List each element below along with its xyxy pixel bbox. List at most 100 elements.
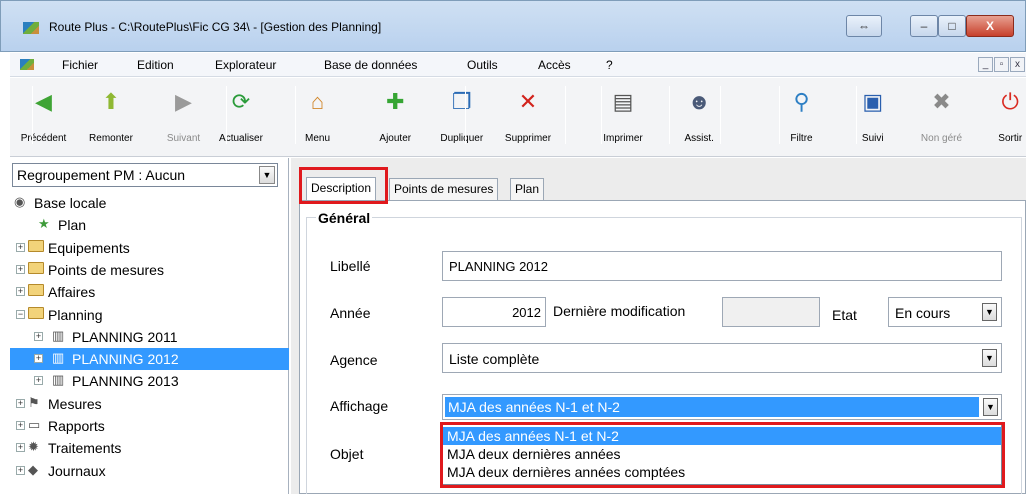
sortir-button[interactable]: ⏻ Sortir bbox=[986, 78, 1026, 154]
dupliquer-button[interactable]: ❐ Dupliquer bbox=[434, 78, 490, 154]
tree-item-label: PLANNING 2013 bbox=[72, 373, 179, 390]
document-icon[interactable] bbox=[20, 59, 34, 70]
remonter-button[interactable]: ⬆ Remonter bbox=[85, 78, 137, 154]
app-icon bbox=[23, 22, 39, 34]
assist-button[interactable]: ☻ Assist. bbox=[666, 78, 732, 154]
toolbar-label: Imprimer bbox=[603, 133, 643, 144]
restore-icon[interactable]: ⇔ bbox=[846, 15, 882, 37]
expand-icon[interactable]: + bbox=[16, 443, 25, 453]
chevron-down-icon[interactable]: ▼ bbox=[982, 303, 997, 321]
tree-item[interactable]: + ▭ Rapports bbox=[10, 415, 289, 437]
chevron-down-icon[interactable]: ▼ bbox=[259, 166, 275, 184]
tree-item-label: Rapports bbox=[48, 418, 105, 434]
annee-field[interactable]: 2012 bbox=[442, 297, 546, 327]
expand-icon[interactable]: + bbox=[16, 287, 25, 297]
tree-item[interactable]: + ◆ Journaux bbox=[10, 460, 289, 482]
annee-value: 2012 bbox=[512, 305, 541, 320]
expand-icon[interactable]: + bbox=[16, 465, 25, 475]
tab-description[interactable]: Description bbox=[306, 177, 377, 201]
non-géré-button[interactable]: ✖ Non géré bbox=[913, 78, 971, 154]
grouping-select[interactable]: Regroupement PM : Aucun ▼ bbox=[12, 163, 278, 187]
expand-icon[interactable]: + bbox=[16, 421, 25, 430]
etat-select[interactable]: En cours ▼ bbox=[888, 297, 1002, 327]
libelle-label: Libellé bbox=[330, 258, 371, 274]
agence-select[interactable]: Liste complète ▼ bbox=[442, 343, 1002, 373]
suivant-button[interactable]: ▶ Suivant bbox=[158, 78, 210, 154]
supprimer-button[interactable]: ✕ Supprimer bbox=[500, 78, 556, 154]
précédent-button[interactable]: ◀ Précédent bbox=[13, 78, 75, 154]
tree-item[interactable]: ★ Plan bbox=[10, 214, 289, 236]
monitor-icon: ▣ bbox=[862, 89, 884, 114]
refresh-icon: ⟳ bbox=[231, 89, 251, 114]
tree-item[interactable]: + ▥ PLANNING 2013 bbox=[10, 370, 289, 392]
chevron-down-icon[interactable]: ▼ bbox=[982, 349, 997, 367]
filtre-button[interactable]: ⚲ Filtre bbox=[778, 78, 826, 154]
toolbar-separator bbox=[601, 86, 602, 144]
report-icon: ▭ bbox=[28, 417, 41, 432]
tree-item[interactable]: ◉ Base locale bbox=[10, 192, 289, 214]
tree-item-label: Journaux bbox=[48, 462, 106, 479]
menu-explorateur[interactable]: Explorateur bbox=[215, 58, 276, 72]
menu-fichier[interactable]: Fichier bbox=[62, 58, 98, 72]
map-icon: ★ bbox=[38, 216, 50, 232]
menu-outils[interactable]: Outils bbox=[467, 58, 498, 72]
tree-item-label: PLANNING 2011 bbox=[72, 328, 178, 345]
tree-item[interactable]: + ⚑ Mesures bbox=[10, 393, 289, 415]
toolbar-separator bbox=[565, 86, 566, 144]
toolbar-label: Précédent bbox=[20, 133, 67, 144]
tree-item[interactable]: + ▥ PLANNING 2011 bbox=[10, 326, 289, 348]
tree-item[interactable]: + Equipements bbox=[10, 237, 289, 259]
expand-icon[interactable]: + bbox=[16, 264, 25, 274]
menu-base-de-donnees[interactable]: Base de données bbox=[324, 58, 417, 72]
mdi-restore-button[interactable]: ▫ bbox=[994, 57, 1009, 72]
tree-item[interactable]: + ✹ Traitements bbox=[10, 437, 289, 459]
menu-acces[interactable]: Accès bbox=[538, 58, 571, 72]
tree-item[interactable]: − Planning bbox=[10, 304, 289, 326]
agence-label: Agence bbox=[330, 352, 378, 368]
tree-item[interactable]: + ▥ PLANNING 2012 bbox=[10, 348, 289, 371]
affichage-label: Affichage bbox=[330, 398, 389, 414]
expand-icon[interactable]: + bbox=[16, 398, 25, 408]
expand-icon[interactable]: + bbox=[34, 354, 43, 364]
power-icon: ⏻ bbox=[1001, 89, 1019, 114]
expand-icon[interactable]: + bbox=[34, 376, 43, 386]
tree-item[interactable]: + Points de mesures bbox=[10, 259, 289, 281]
tree-item-label: Mesures bbox=[48, 395, 102, 412]
maximize-button[interactable]: □ bbox=[938, 15, 966, 37]
gear-icon: ✹ bbox=[28, 439, 39, 455]
imprimer-button[interactable]: ▤ Imprimer bbox=[595, 78, 651, 154]
derniere-modification-label: Dernière modification bbox=[553, 303, 686, 319]
affichage-option[interactable]: MJA des années N-1 et N-2 bbox=[443, 427, 1001, 445]
expand-icon[interactable]: + bbox=[16, 242, 25, 252]
etat-value: En cours bbox=[895, 305, 951, 321]
tab-points-de-mesures[interactable]: Points de mesures bbox=[389, 178, 499, 200]
tree-item-label: Plan bbox=[58, 217, 87, 234]
tree-item[interactable]: + Affaires bbox=[10, 281, 289, 303]
collapse-icon[interactable]: − bbox=[16, 309, 25, 319]
libelle-field[interactable]: PLANNING 2012 bbox=[442, 251, 1002, 281]
chevron-down-icon[interactable]: ▼ bbox=[983, 398, 998, 416]
toolbar-label: Menu bbox=[304, 133, 330, 144]
folder-icon bbox=[28, 239, 44, 254]
toolbar-label: Filtre bbox=[790, 133, 813, 144]
affichage-option[interactable]: MJA deux dernières années bbox=[443, 445, 1001, 463]
tree-item-label: Base locale bbox=[34, 195, 107, 211]
arrow-up-icon: ⬆ bbox=[101, 89, 121, 114]
menu-button[interactable]: ⌂ Menu bbox=[298, 78, 338, 154]
toolbar-label: Remonter bbox=[89, 133, 133, 144]
close-button[interactable]: X bbox=[966, 15, 1014, 37]
expand-icon[interactable]: + bbox=[34, 331, 43, 341]
ajouter-button[interactable]: ✚ Ajouter bbox=[371, 78, 419, 154]
mdi-minimize-button[interactable]: _ bbox=[978, 57, 993, 72]
affichage-select[interactable]: MJA des années N-1 et N-2 ▼ bbox=[442, 394, 1002, 420]
actualiser-button[interactable]: ⟳ Actualiser bbox=[210, 78, 272, 154]
menu-bar: Fichier Edition Explorateur Base de donn… bbox=[10, 53, 1026, 77]
menu-help[interactable]: ? bbox=[606, 58, 613, 72]
mdi-close-button[interactable]: x bbox=[1010, 57, 1025, 72]
database-icon: ◉ bbox=[14, 194, 26, 209]
title-bar: Route Plus - C:\RoutePlus\Fic CG 34\ - [… bbox=[0, 0, 1026, 52]
menu-edition[interactable]: Edition bbox=[137, 58, 174, 72]
affichage-option[interactable]: MJA deux dernières années comptées bbox=[443, 463, 1001, 481]
tab-plan[interactable]: Plan bbox=[510, 178, 545, 200]
minimize-button[interactable]: – bbox=[910, 15, 938, 37]
